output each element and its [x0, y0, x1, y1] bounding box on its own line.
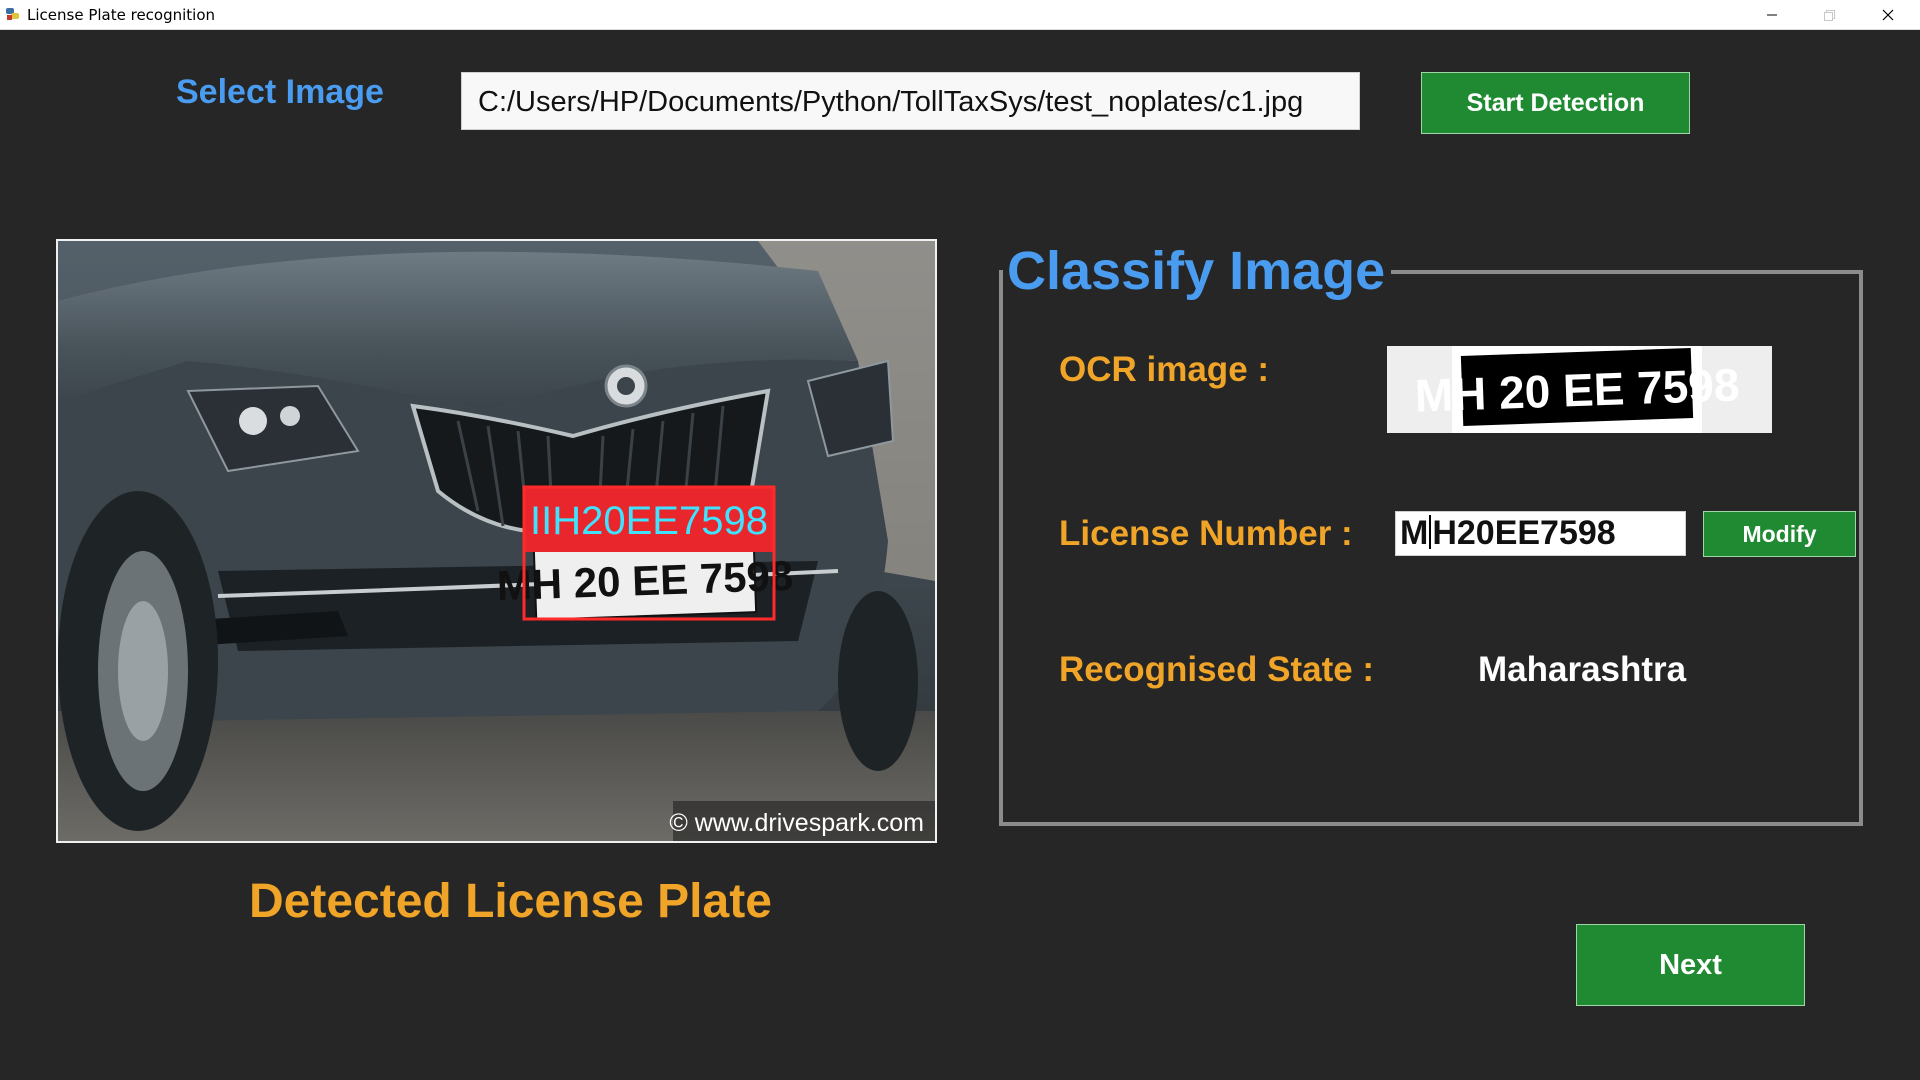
license-first-char: M [1400, 514, 1429, 552]
license-number-label: License Number : [1059, 514, 1353, 553]
modify-button[interactable]: Modify [1703, 511, 1856, 557]
window-title: License Plate recognition [27, 6, 216, 24]
ocr-image-label: OCR image : [1059, 350, 1270, 389]
python-tk-icon [5, 6, 21, 22]
select-image-label: Select Image [176, 73, 384, 111]
close-button[interactable] [1859, 0, 1917, 29]
ocr-image: MH 20 EE 7598 [1387, 346, 1772, 433]
watermark-text: © www.drivespark.com [669, 809, 924, 837]
classify-image-title: Classify Image [1003, 240, 1392, 302]
image-path-field[interactable]: C:/Users/HP/Documents/Python/TollTaxSys/… [461, 72, 1360, 130]
license-number-input[interactable]: M H20EE7598 [1395, 511, 1686, 556]
maximize-button[interactable] [1801, 0, 1859, 29]
license-rest: H20EE7598 [1432, 514, 1616, 552]
detection-overlay-text: IIH20EE7598 [530, 499, 768, 543]
maximize-icon [1824, 9, 1836, 21]
title-bar: License Plate recognition [0, 0, 1920, 30]
minimize-icon [1766, 9, 1778, 21]
next-button[interactable]: Next [1576, 924, 1805, 1006]
start-detection-button[interactable]: Start Detection [1421, 72, 1690, 134]
recognised-state-label: Recognised State : [1059, 650, 1375, 689]
detected-license-plate-caption: Detected License Plate [249, 875, 772, 928]
recognised-state-value: Maharashtra [1478, 650, 1687, 689]
close-icon [1882, 9, 1894, 21]
text-cursor [1429, 515, 1432, 550]
minimize-button[interactable] [1743, 0, 1801, 29]
detected-car-image: MH 20 EE 7598 IIH20EE7598 © www.drivespa… [56, 239, 937, 843]
